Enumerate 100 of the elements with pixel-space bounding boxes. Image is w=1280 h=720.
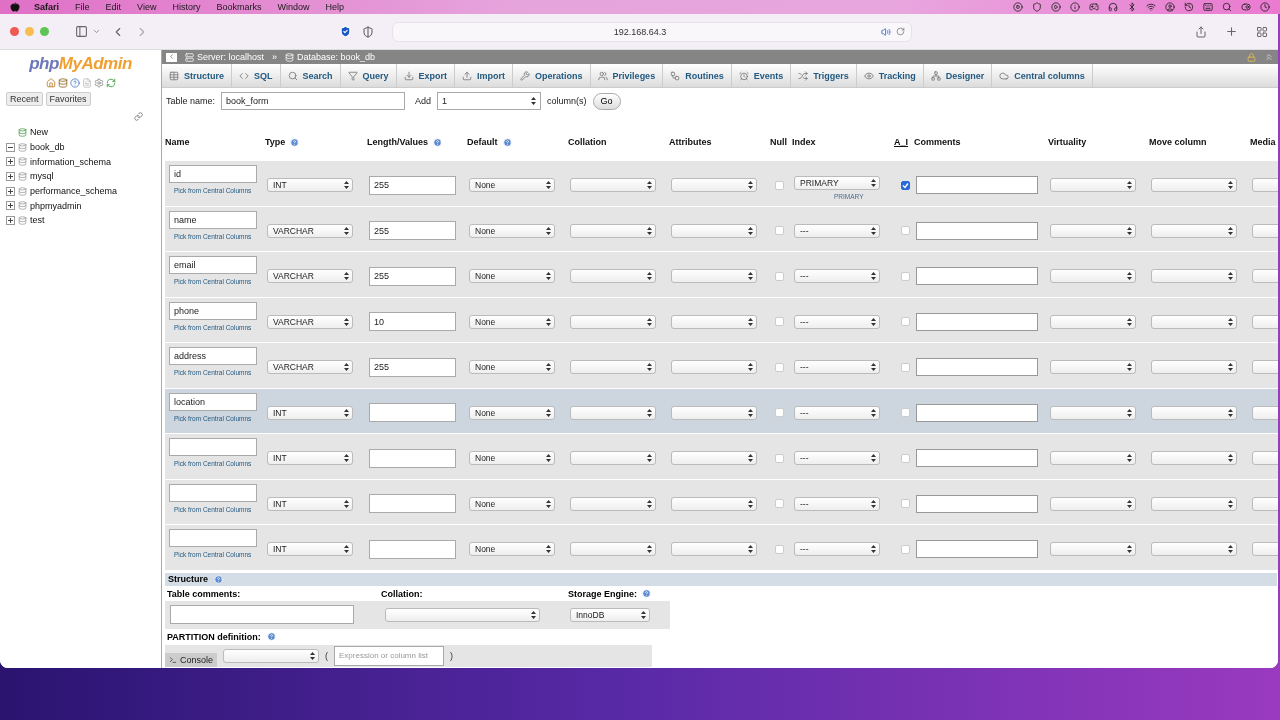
virtuality-select[interactable]	[1050, 496, 1136, 511]
new-tab-icon[interactable]	[1225, 25, 1238, 38]
home-icon[interactable]	[45, 78, 56, 88]
settings-icon[interactable]	[93, 78, 104, 88]
column-name-field[interactable]	[169, 438, 257, 456]
partition-select[interactable]	[223, 648, 320, 663]
comments-field[interactable]	[916, 312, 1038, 331]
collation-select[interactable]	[570, 178, 656, 193]
attributes-select[interactable]	[671, 223, 757, 238]
attributes-select[interactable]	[671, 314, 757, 329]
attributes-select[interactable]	[671, 405, 757, 420]
nav-tab[interactable]: Tracking	[856, 64, 924, 87]
move-column-select[interactable]	[1151, 269, 1237, 284]
table-name-field[interactable]: book_form	[221, 92, 406, 110]
nav-tab[interactable]: Privileges	[590, 64, 664, 87]
search-icon[interactable]	[1222, 2, 1232, 12]
collation-select[interactable]	[385, 607, 540, 622]
virtuality-select[interactable]	[1050, 451, 1136, 466]
index-select[interactable]: ---	[794, 451, 880, 466]
clock-icon[interactable]	[1260, 2, 1270, 12]
logo[interactable]: phpMyAdmin	[29, 54, 132, 74]
expand-icon[interactable]	[6, 201, 15, 211]
comments-field[interactable]	[916, 176, 1038, 195]
length-field[interactable]: 255	[369, 175, 456, 195]
length-field[interactable]: 255	[369, 357, 456, 377]
move-column-select[interactable]	[1151, 496, 1237, 511]
default-select[interactable]: None	[469, 451, 555, 466]
tab-overview-icon[interactable]	[1256, 25, 1268, 38]
comments-field[interactable]	[916, 267, 1038, 286]
sidebar-icon[interactable]	[75, 25, 88, 38]
collation-select[interactable]	[570, 360, 656, 375]
user-icon[interactable]	[1165, 2, 1175, 12]
column-name-field[interactable]: location	[169, 392, 257, 411]
type-select[interactable]: INT	[267, 405, 353, 420]
nav-tab[interactable]: Import	[455, 64, 514, 87]
share-icon[interactable]	[1195, 25, 1207, 38]
move-column-select[interactable]	[1151, 178, 1237, 193]
null-checkbox[interactable]	[775, 271, 784, 281]
breadcrumb-link[interactable]: Database: book_db	[297, 52, 376, 62]
storage-engine-select[interactable]: InnoDB	[570, 607, 650, 622]
collapse-icon[interactable]	[6, 142, 15, 152]
null-checkbox[interactable]	[775, 317, 784, 327]
console-button[interactable]: Console	[165, 652, 218, 667]
default-select[interactable]: None	[469, 542, 555, 557]
move-column-select[interactable]	[1151, 223, 1237, 238]
attributes-select[interactable]	[671, 269, 757, 284]
database-link[interactable]: performance_schema	[30, 186, 118, 197]
nav-tab[interactable]: Events	[731, 64, 792, 87]
history-icon[interactable]	[1184, 2, 1194, 12]
zoom-button[interactable]	[40, 27, 49, 36]
sidebar-tab[interactable]: Favorites	[45, 92, 91, 106]
attributes-select[interactable]	[671, 360, 757, 375]
attributes-select[interactable]	[671, 451, 757, 466]
comments-field[interactable]	[916, 449, 1038, 468]
stop-icon[interactable]	[1013, 2, 1023, 12]
null-checkbox[interactable]	[775, 362, 784, 372]
null-checkbox[interactable]	[775, 544, 784, 554]
nav-tab[interactable]: Routines	[663, 64, 732, 87]
nav-tab[interactable]: Central columns	[992, 64, 1093, 87]
menu-item[interactable]: Safari	[34, 2, 59, 12]
move-column-select[interactable]	[1151, 360, 1237, 375]
info-icon[interactable]	[1070, 2, 1080, 12]
nav-tab[interactable]: Query	[340, 64, 397, 87]
comments-field[interactable]	[916, 540, 1038, 559]
column-name-field[interactable]	[169, 483, 257, 502]
close-button[interactable]	[10, 27, 19, 36]
column-name-field[interactable]: email	[169, 256, 257, 274]
index-select[interactable]: ---	[794, 405, 880, 420]
database-link[interactable]: phpmyadmin	[30, 200, 82, 211]
nav-tab[interactable]: Search	[280, 64, 341, 87]
nav-tab[interactable]: Operations	[513, 64, 591, 87]
type-select[interactable]: VARCHAR	[267, 314, 353, 329]
comments-field[interactable]	[916, 403, 1038, 422]
length-field[interactable]: 10	[369, 312, 456, 332]
gamepad-icon[interactable]	[1089, 2, 1099, 12]
virtuality-select[interactable]	[1050, 223, 1136, 238]
database-icon[interactable]	[57, 78, 68, 88]
collation-select[interactable]	[570, 542, 656, 557]
menu-item[interactable]: Help	[325, 2, 344, 12]
index-select[interactable]: ---	[794, 269, 880, 284]
comments-field[interactable]	[916, 358, 1038, 377]
virtuality-select[interactable]	[1050, 269, 1136, 284]
expand-icon[interactable]	[6, 171, 15, 181]
database-link[interactable]: New	[30, 127, 48, 138]
length-field[interactable]	[369, 494, 456, 514]
type-select[interactable]: INT	[267, 542, 353, 557]
collation-select[interactable]	[570, 405, 656, 420]
column-name-field[interactable]: address	[169, 347, 257, 365]
menu-item[interactable]: Window	[277, 2, 310, 12]
index-select[interactable]: PRIMARY	[794, 176, 880, 191]
apple-icon[interactable]	[10, 2, 20, 12]
reload-icon[interactable]	[896, 27, 905, 36]
default-select[interactable]: None	[469, 314, 555, 329]
default-select[interactable]: None	[469, 178, 555, 193]
length-field[interactable]	[369, 403, 456, 423]
menu-item[interactable]: File	[75, 2, 90, 12]
nav-tab[interactable]: Designer	[923, 64, 993, 87]
expand-icon[interactable]	[6, 215, 15, 225]
headphones-icon[interactable]	[1108, 2, 1118, 12]
attributes-select[interactable]	[671, 178, 757, 193]
